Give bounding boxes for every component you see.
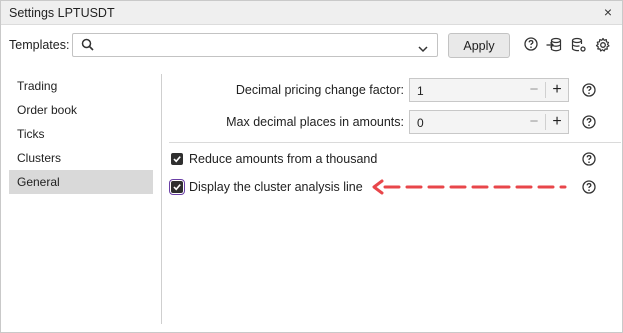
max-decimals-label: Max decimal places in amounts: bbox=[226, 115, 404, 129]
pricing-factor-label: Decimal pricing change factor: bbox=[235, 83, 404, 97]
templates-search-input[interactable] bbox=[99, 36, 409, 54]
help-icon[interactable] bbox=[582, 83, 596, 97]
vertical-divider bbox=[161, 74, 162, 324]
templates-label: Templates: bbox=[9, 38, 70, 52]
gear-icon[interactable] bbox=[595, 37, 611, 53]
increment-button[interactable]: + bbox=[547, 79, 567, 101]
sidebar-item-trading[interactable]: Trading bbox=[9, 74, 153, 98]
close-icon[interactable]: × bbox=[600, 4, 616, 20]
reduce-amounts-checkbox[interactable] bbox=[171, 153, 183, 165]
help-icon[interactable] bbox=[582, 180, 596, 194]
decrement-button[interactable]: − bbox=[524, 79, 544, 101]
apply-button[interactable]: Apply bbox=[448, 33, 510, 58]
cluster-line-label: Display the cluster analysis line bbox=[189, 180, 363, 194]
stepper-separator bbox=[545, 82, 546, 98]
sidebar-item-general[interactable]: General bbox=[9, 170, 153, 194]
cluster-line-checkbox[interactable] bbox=[169, 179, 185, 195]
pricing-factor-stepper[interactable]: 1 − + bbox=[409, 78, 569, 102]
stepper-separator bbox=[545, 114, 546, 130]
max-decimals-value[interactable]: 0 bbox=[417, 116, 424, 130]
help-icon[interactable] bbox=[524, 37, 540, 53]
database-import-icon[interactable] bbox=[546, 37, 562, 53]
settings-window: Settings LPTUSDT × Templates: Apply Trad… bbox=[0, 0, 623, 333]
pricing-factor-value[interactable]: 1 bbox=[417, 84, 424, 98]
reduce-amounts-label: Reduce amounts from a thousand bbox=[189, 152, 378, 166]
search-icon bbox=[81, 38, 94, 54]
decrement-button[interactable]: − bbox=[524, 111, 544, 133]
settings-nav: Trading Order book Ticks Clusters Genera… bbox=[9, 74, 153, 194]
help-icon[interactable] bbox=[582, 152, 596, 166]
chevron-down-icon[interactable] bbox=[418, 42, 428, 56]
help-icon[interactable] bbox=[582, 115, 596, 129]
sidebar-item-order-book[interactable]: Order book bbox=[9, 98, 153, 122]
increment-button[interactable]: + bbox=[547, 111, 567, 133]
window-title: Settings LPTUSDT bbox=[9, 6, 115, 20]
annotation-arrow-icon bbox=[371, 179, 571, 198]
sidebar-item-clusters[interactable]: Clusters bbox=[9, 146, 153, 170]
sidebar-item-ticks[interactable]: Ticks bbox=[9, 122, 153, 146]
title-bar: Settings LPTUSDT × bbox=[1, 1, 622, 25]
templates-select[interactable] bbox=[72, 33, 438, 57]
max-decimals-stepper[interactable]: 0 − + bbox=[409, 110, 569, 134]
database-settings-icon[interactable] bbox=[571, 37, 587, 53]
section-divider bbox=[169, 142, 621, 143]
